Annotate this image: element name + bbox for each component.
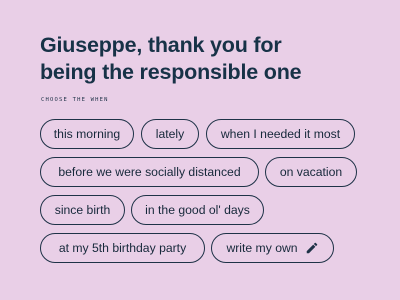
pencil-icon	[305, 241, 319, 255]
chip-label: when I needed it most	[220, 127, 341, 141]
option-chips: this morning lately when I needed it mos…	[0, 0, 400, 300]
chip-before-socially-distanced[interactable]: before we were socially distanced	[40, 157, 259, 187]
chip-label: write my own	[226, 241, 298, 255]
chip-label: on vacation	[279, 165, 343, 179]
write-my-own-button[interactable]: write my own	[211, 233, 334, 263]
chip-since-birth[interactable]: since birth	[40, 195, 125, 225]
chip-label: lately	[155, 127, 185, 141]
chip-when-i-needed-it-most[interactable]: when I needed it most	[206, 119, 355, 149]
chip-label: in the good ol' days	[145, 203, 250, 217]
chip-lately[interactable]: lately	[141, 119, 199, 149]
chip-label: at my 5th birthday party	[58, 241, 187, 255]
chip-label: this morning	[53, 127, 121, 141]
chip-label: before we were socially distanced	[58, 165, 241, 179]
chip-5th-birthday-party[interactable]: at my 5th birthday party	[40, 233, 205, 263]
chip-good-ol-days[interactable]: in the good ol' days	[131, 195, 264, 225]
chip-on-vacation[interactable]: on vacation	[265, 157, 357, 187]
chip-this-morning[interactable]: this morning	[40, 119, 134, 149]
chip-label: since birth	[54, 203, 111, 217]
